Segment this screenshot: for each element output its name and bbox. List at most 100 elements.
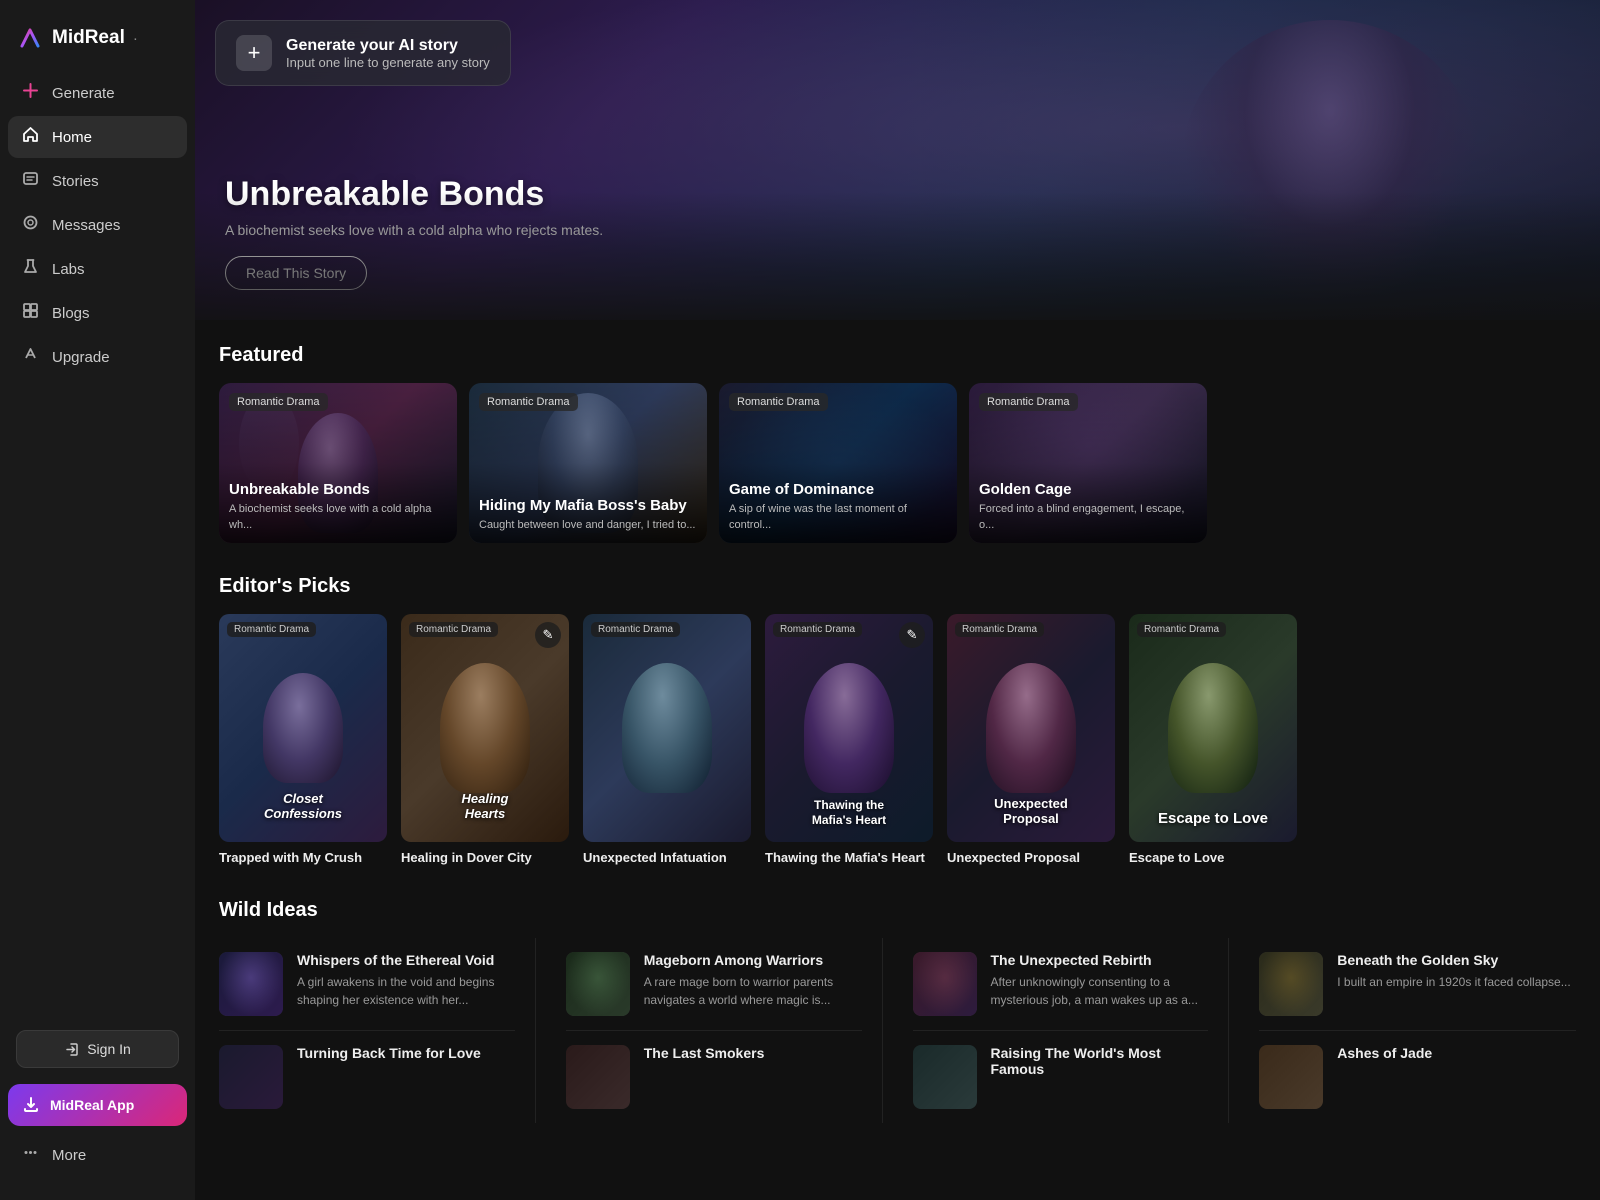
pick-card-4-img: UnexpectedProposal Romantic Drama	[947, 614, 1115, 842]
wild-item-3-desc: I built an empire in 1920s it faced coll…	[1337, 973, 1576, 991]
pick-card-3-edit-icon[interactable]: ✎	[899, 622, 925, 648]
featured-card-2-desc: A sip of wine was the last moment of con…	[729, 502, 947, 533]
wild-col-3: The Unexpected Rebirth After unknowingly…	[913, 938, 1230, 1123]
wild-item-6-img	[913, 1045, 977, 1109]
featured-card-3-badge: Romantic Drama	[979, 393, 1078, 411]
wild-item-1-content: Mageborn Among Warriors A rare mage born…	[644, 952, 862, 1009]
wild-item-1[interactable]: Mageborn Among Warriors A rare mage born…	[566, 938, 862, 1031]
pick-card-2-img: Romantic Drama	[583, 614, 751, 842]
wild-item-3-img	[1259, 952, 1323, 1016]
wild-item-0[interactable]: Whispers of the Ethereal Void A girl awa…	[219, 938, 515, 1031]
pick-card-5-title: Escape to Love	[1129, 850, 1297, 867]
wild-item-4-title: Turning Back Time for Love	[297, 1045, 515, 1061]
more-label: More	[52, 1147, 86, 1164]
labs-icon	[20, 258, 40, 280]
sidebar-item-home[interactable]: Home	[8, 116, 187, 158]
logo-icon	[16, 24, 44, 52]
featured-card-0-desc: A biochemist seeks love with a cold alph…	[229, 502, 447, 533]
more-item[interactable]: More	[8, 1134, 187, 1176]
wild-item-6-title: Raising The World's Most Famous	[991, 1045, 1209, 1077]
pick-card-3-img: Thawing theMafia's Heart Romantic Drama …	[765, 614, 933, 842]
pick-card-2-bg	[583, 614, 751, 842]
pick-card-5[interactable]: Escape to Love Romantic Drama Escape to …	[1129, 614, 1297, 867]
pick-card-4[interactable]: UnexpectedProposal Romantic Drama Unexpe…	[947, 614, 1115, 867]
wild-item-3[interactable]: Beneath the Golden Sky I built an empire…	[1259, 938, 1576, 1031]
pick-card-3[interactable]: Thawing theMafia's Heart Romantic Drama …	[765, 614, 933, 867]
sidebar-bottom: Sign In MidReal App More	[0, 1010, 195, 1184]
wild-item-4-content: Turning Back Time for Love	[297, 1045, 515, 1066]
sidebar: MidReal· Generate Home Stories Messages	[0, 0, 195, 1200]
wild-item-2[interactable]: The Unexpected Rebirth After unknowingly…	[913, 938, 1209, 1031]
sidebar-item-blogs-label: Blogs	[52, 305, 90, 322]
featured-section: Featured Romantic Drama Unbreakable Bond…	[195, 320, 1600, 551]
wild-item-1-img	[566, 952, 630, 1016]
pick-card-3-bg: Thawing theMafia's Heart	[765, 614, 933, 842]
logo[interactable]: MidReal·	[0, 16, 195, 72]
featured-card-3-content: Golden Cage Forced into a blind engageme…	[979, 481, 1197, 533]
sidebar-item-generate[interactable]: Generate	[8, 72, 187, 114]
sidebar-item-upgrade-label: Upgrade	[52, 349, 110, 366]
pick-card-2-title: Unexpected Infatuation	[583, 850, 751, 867]
generate-title: Generate your AI story	[286, 37, 490, 55]
wild-col-4: Beneath the Golden Sky I built an empire…	[1259, 938, 1576, 1123]
pick-card-4-bg: UnexpectedProposal	[947, 614, 1115, 842]
sidebar-item-messages[interactable]: Messages	[8, 204, 187, 246]
sidebar-item-labs[interactable]: Labs	[8, 248, 187, 290]
home-icon	[20, 126, 40, 148]
wild-item-7-title: Ashes of Jade	[1337, 1045, 1576, 1061]
pick-card-1[interactable]: HealingHearts Romantic Drama ✎ Healing i…	[401, 614, 569, 867]
stories-icon	[20, 170, 40, 192]
sidebar-item-messages-label: Messages	[52, 217, 120, 234]
featured-card-3[interactable]: Romantic Drama Golden Cage Forced into a…	[969, 383, 1207, 543]
logo-text: MidReal	[52, 27, 125, 49]
featured-card-1-badge: Romantic Drama	[479, 393, 578, 411]
pick-card-2[interactable]: Romantic Drama Unexpected Infatuation	[583, 614, 751, 867]
generate-subtitle: Input one line to generate any story	[286, 55, 490, 70]
sidebar-item-upgrade[interactable]: Upgrade	[8, 336, 187, 378]
wild-item-3-title: Beneath the Golden Sky	[1337, 952, 1576, 968]
wild-item-2-content: The Unexpected Rebirth After unknowingly…	[991, 952, 1209, 1009]
pick-card-5-img: Escape to Love Romantic Drama	[1129, 614, 1297, 842]
wild-item-5[interactable]: The Last Smokers	[566, 1031, 862, 1123]
pick-card-2-badge: Romantic Drama	[591, 622, 680, 637]
wild-item-0-title: Whispers of the Ethereal Void	[297, 952, 515, 968]
hero-overlay	[195, 192, 1600, 320]
sidebar-item-generate-label: Generate	[52, 85, 115, 102]
pick-card-3-title: Thawing the Mafia's Heart	[765, 850, 933, 867]
wild-item-1-desc: A rare mage born to warrior parents navi…	[644, 973, 862, 1009]
featured-card-2-title: Game of Dominance	[729, 481, 947, 498]
wild-item-7-img	[1259, 1045, 1323, 1109]
featured-card-1[interactable]: Romantic Drama Hiding My Mafia Boss's Ba…	[469, 383, 707, 543]
midreal-app-label: MidReal App	[50, 1097, 134, 1113]
editors-picks-title: Editor's Picks	[219, 575, 1576, 598]
sidebar-nav: Generate Home Stories Messages Labs	[0, 72, 195, 1010]
featured-card-1-title: Hiding My Mafia Boss's Baby	[479, 497, 697, 514]
wild-item-5-title: The Last Smokers	[644, 1045, 862, 1061]
wild-item-6[interactable]: Raising The World's Most Famous	[913, 1031, 1209, 1123]
generate-banner[interactable]: + Generate your AI story Input one line …	[215, 20, 511, 86]
pick-card-0-badge: Romantic Drama	[227, 622, 316, 637]
featured-card-0[interactable]: Romantic Drama Unbreakable Bonds A bioch…	[219, 383, 457, 543]
featured-card-2[interactable]: Romantic Drama Game of Dominance A sip o…	[719, 383, 957, 543]
featured-card-3-title: Golden Cage	[979, 481, 1197, 498]
main-content: + Generate your AI story Input one line …	[195, 0, 1600, 1200]
wild-item-3-content: Beneath the Golden Sky I built an empire…	[1337, 952, 1576, 991]
sign-in-icon	[64, 1042, 79, 1057]
pick-card-1-bg: HealingHearts	[401, 614, 569, 842]
more-icon	[20, 1144, 40, 1166]
sidebar-item-stories[interactable]: Stories	[8, 160, 187, 202]
wild-grid: Whispers of the Ethereal Void A girl awa…	[219, 938, 1576, 1123]
pick-card-1-title: Healing in Dover City	[401, 850, 569, 867]
upgrade-icon	[20, 346, 40, 368]
wild-item-7[interactable]: Ashes of Jade	[1259, 1031, 1576, 1123]
pick-card-1-badge: Romantic Drama	[409, 622, 498, 637]
pick-card-0[interactable]: ClosetConfessions Romantic Drama Trapped…	[219, 614, 387, 867]
pick-card-1-edit-icon[interactable]: ✎	[535, 622, 561, 648]
sign-in-button[interactable]: Sign In	[16, 1030, 179, 1068]
sidebar-item-stories-label: Stories	[52, 173, 99, 190]
wild-item-4[interactable]: Turning Back Time for Love	[219, 1031, 515, 1123]
featured-card-2-badge: Romantic Drama	[729, 393, 828, 411]
sidebar-item-blogs[interactable]: Blogs	[8, 292, 187, 334]
wild-item-2-img	[913, 952, 977, 1016]
midreal-app-button[interactable]: MidReal App	[8, 1084, 187, 1126]
